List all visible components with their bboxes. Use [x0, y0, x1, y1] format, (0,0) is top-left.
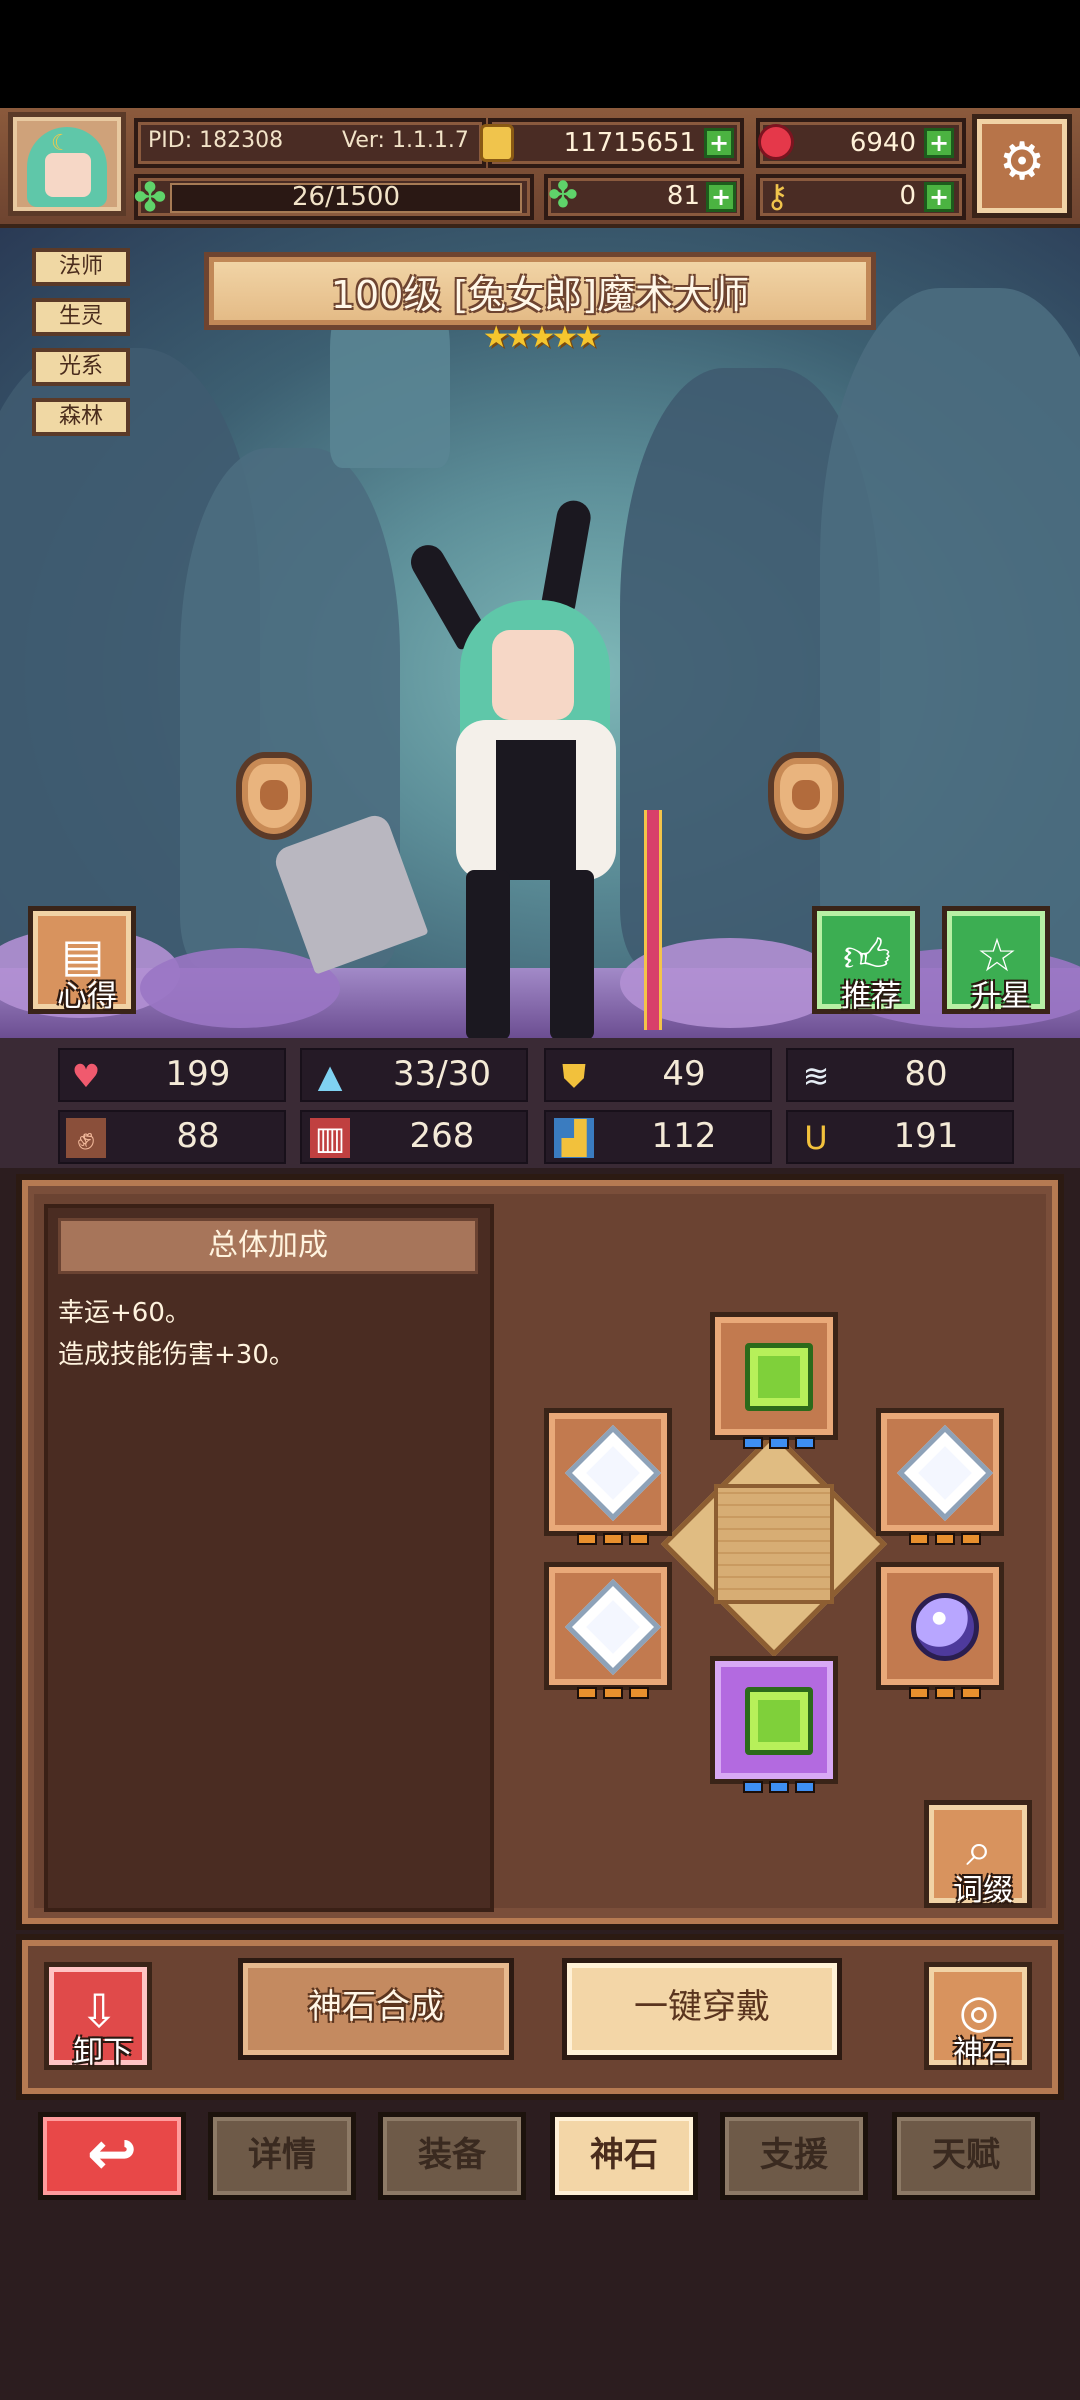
affix-button[interactable]: ⌕ 词缀 — [924, 1800, 1032, 1908]
gold-coin-icon — [480, 124, 514, 162]
gear-icon: ⚙ — [998, 132, 1046, 192]
tab-godstone[interactable]: 神石 — [550, 2112, 698, 2200]
shield-icon: ⛊ — [561, 1057, 586, 1095]
moon-hairpin-icon: ☾ — [51, 131, 71, 156]
purple-orb-icon — [911, 1593, 979, 1661]
fist-icon: ✊︎ — [66, 1118, 106, 1158]
godstone-button[interactable]: ◎ 神石 — [924, 1962, 1032, 2070]
stat-hp-value: 199 — [165, 1054, 231, 1094]
affection-left-icon[interactable] — [236, 752, 312, 840]
godstone-synthesis-button[interactable]: 神石合成 — [238, 1958, 514, 2060]
star-rating: ★★★★★ — [482, 320, 601, 355]
bonus-line: 幸运+60。 — [58, 1298, 191, 1328]
gem-slot-bottom[interactable] — [710, 1656, 838, 1793]
stat-attack-value: 88 — [176, 1116, 220, 1156]
auto-equip-button[interactable]: 一键穿戴 — [562, 1958, 842, 2060]
ruby-value: 6940 — [849, 128, 916, 158]
status-bar — [0, 0, 1080, 108]
tag-race: 生灵 — [32, 298, 130, 336]
green-gem-icon — [745, 1687, 813, 1755]
tab-talent[interactable]: 天赋 — [892, 2112, 1040, 2200]
gold-value: 11715651 — [563, 128, 696, 158]
tag-element: 光系 — [32, 348, 130, 386]
character-title: 100级 [兔女郎]魔术大师 — [330, 273, 750, 317]
insight-button[interactable]: ▤ 心得 — [28, 906, 136, 1014]
add-gold-button[interactable]: + — [704, 128, 734, 158]
stat-mana-value: 33/30 — [393, 1054, 491, 1094]
add-clover-button[interactable]: + — [706, 182, 736, 212]
mana-drop-icon: ▲ — [317, 1057, 343, 1095]
stat-speed-value: 80 — [904, 1054, 948, 1094]
clover-value: 81 — [666, 181, 700, 211]
gem-slot-right-lower[interactable] — [876, 1562, 1004, 1699]
exp-value: 26/1500 — [291, 182, 400, 212]
tag-class: 法师 — [32, 248, 130, 286]
star-up-button[interactable]: ☆ 升星 — [942, 906, 1050, 1014]
character-sprite[interactable] — [400, 497, 670, 1040]
action-row — [16, 1934, 1064, 2100]
gem-slot-top[interactable] — [710, 1312, 838, 1449]
ruby-icon — [758, 124, 794, 160]
back-button[interactable]: ↩ — [38, 2112, 186, 2200]
white-diamond-icon — [564, 1578, 662, 1676]
green-gem-icon — [745, 1343, 813, 1411]
tag-region: 森林 — [32, 398, 130, 436]
player-id-label: PID: 182308 — [148, 128, 284, 153]
tab-support[interactable]: 支援 — [720, 2112, 868, 2200]
heart-icon: ♥ — [71, 1057, 101, 1095]
bonus-line: 造成技能伤害+30。 — [58, 1340, 295, 1370]
center-godstone-grid — [714, 1484, 834, 1604]
tab-details[interactable]: 详情 — [208, 2112, 356, 2200]
key-value: 0 — [899, 181, 916, 211]
gem-slot-left-lower[interactable] — [544, 1562, 672, 1699]
white-diamond-icon — [564, 1424, 662, 1522]
stat-magic-value: 268 — [409, 1116, 475, 1156]
key-icon: ⚷ — [765, 177, 789, 215]
tab-equipment[interactable]: 装备 — [378, 2112, 526, 2200]
player-avatar[interactable]: ☾ — [8, 112, 126, 216]
spellbook-icon: ▥ — [310, 1118, 350, 1158]
stat-luck-value: 191 — [893, 1116, 959, 1156]
white-diamond-icon — [896, 1424, 994, 1522]
recommend-button[interactable]: 👍︎ 推荐 — [812, 906, 920, 1014]
wing-icon: ≋ — [802, 1057, 830, 1095]
unequip-button[interactable]: ⇩ 卸下 — [44, 1962, 152, 2070]
gem-slot-right-upper[interactable] — [876, 1408, 1004, 1545]
add-key-button[interactable]: + — [924, 182, 954, 212]
staff-icon — [644, 810, 662, 1030]
version-label: Ver: 1.1.1.7 — [342, 128, 469, 153]
stat-defense-value: 49 — [662, 1054, 706, 1094]
exp-clover-icon: ✤ — [133, 175, 167, 221]
stat-agility-value: 112 — [651, 1116, 717, 1156]
bonus-title: 总体加成 — [58, 1218, 478, 1274]
settings-button[interactable]: ⚙ — [972, 114, 1072, 218]
affection-right-icon[interactable] — [768, 752, 844, 840]
horseshoe-icon: Ս — [804, 1119, 828, 1157]
boot-icon: ▟ — [554, 1118, 594, 1158]
add-ruby-button[interactable]: + — [924, 128, 954, 158]
clover-icon: ✤ — [547, 175, 579, 216]
gem-slot-left-upper[interactable] — [544, 1408, 672, 1545]
